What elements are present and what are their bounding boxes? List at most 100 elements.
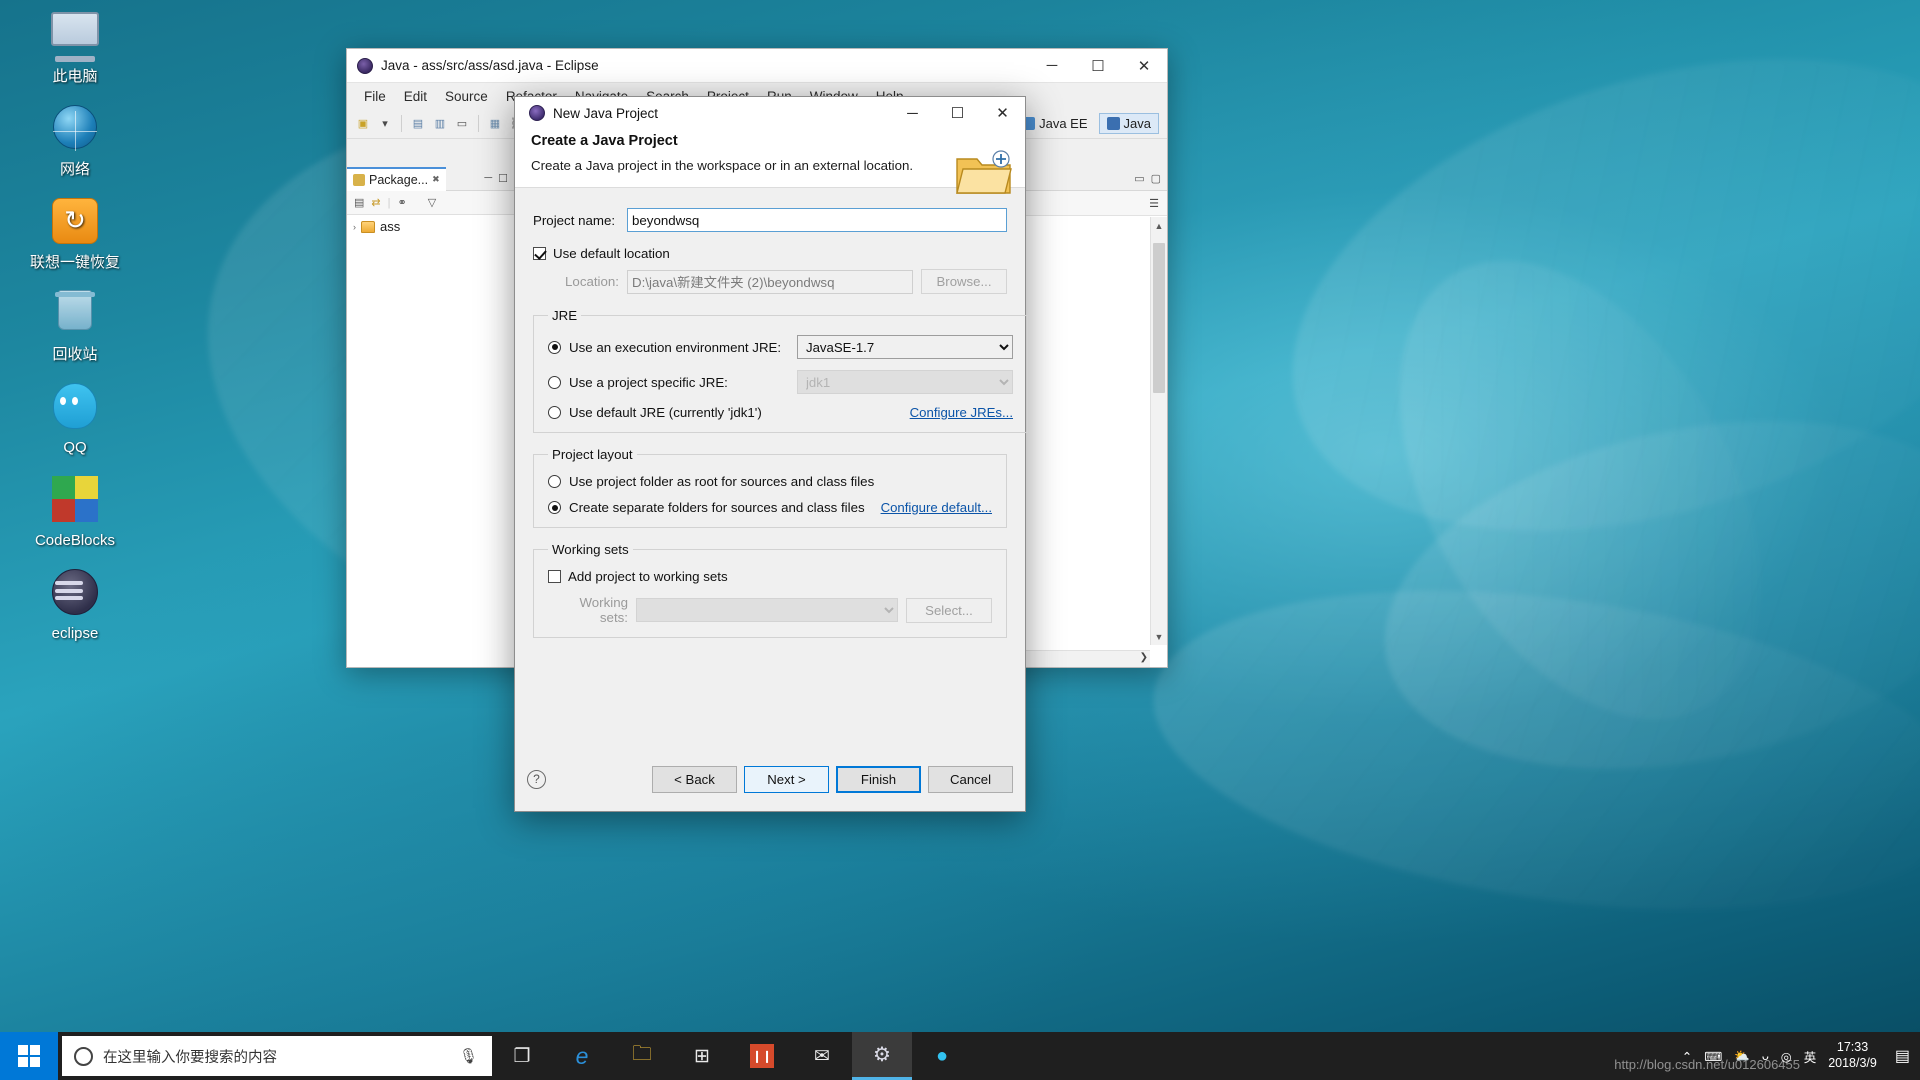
desktop-icon-codeblocks[interactable]: CodeBlocks — [0, 475, 150, 551]
maximize-button[interactable]: ☐ — [1075, 49, 1121, 82]
menu-item-file[interactable]: File — [355, 86, 395, 107]
close-icon[interactable]: ✖ — [432, 174, 440, 185]
minimize-button[interactable]: ─ — [890, 98, 935, 129]
layout-project-folder-row[interactable]: Use project folder as root for sources a… — [548, 474, 992, 489]
package-explorer-view[interactable]: Package... ✖ ─ ☐ ▤ ⇄ | ⚭ ▽ › ass — [347, 166, 515, 667]
taskbar[interactable]: 在这里输入你要搜索的内容 🎙 ❐ e 🗀 ⊞ ❙❙ ✉ ⚙ ● ⌃ ⌨ ⛅ ᴗ … — [0, 1032, 1920, 1080]
layout-separate-folders-row[interactable]: Create separate folders for sources and … — [548, 500, 992, 515]
taskbar-app-qq[interactable]: ● — [912, 1032, 972, 1080]
desktop-icon-this-pc[interactable]: 此电脑 — [0, 12, 150, 87]
start-button[interactable] — [0, 1032, 58, 1080]
scroll-right-arrow[interactable]: ❯ — [1140, 652, 1148, 663]
minimize-icon[interactable]: ▭ — [1134, 172, 1144, 185]
execution-environment-select[interactable]: JavaSE-1.7 — [797, 335, 1013, 359]
qq-icon: ● — [935, 1044, 949, 1067]
welcome-window-controls[interactable]: ▭ ▢ — [1134, 172, 1167, 185]
use-default-location-checkbox[interactable] — [533, 247, 546, 260]
chevron-right-icon[interactable]: › — [353, 222, 356, 232]
package-explorer-tabbar[interactable]: Package... ✖ ─ ☐ — [347, 166, 514, 191]
finish-button[interactable]: Finish — [836, 765, 921, 793]
dialog-header: Create a Java Project Create a Java proj… — [515, 129, 1025, 194]
search-placeholder-text: 在这里输入你要搜索的内容 — [103, 1049, 277, 1066]
view-window-controls[interactable]: ─ ☐ — [484, 172, 514, 185]
taskbar-app-file-explorer[interactable]: 🗀 — [612, 1032, 672, 1080]
menu-item-source[interactable]: Source — [436, 86, 497, 107]
taskbar-search[interactable]: 在这里输入你要搜索的内容 🎙 — [62, 1036, 492, 1076]
add-to-working-sets-row[interactable]: Add project to working sets — [548, 569, 992, 584]
maximize-icon[interactable]: ▢ — [1151, 172, 1161, 185]
project-folder-icon — [361, 220, 375, 233]
eclipse-titlebar[interactable]: Java - ass/src/ass/asd.java - Eclipse ─ … — [347, 49, 1167, 83]
layout-project-folder-radio[interactable] — [548, 475, 561, 488]
vertical-scrollbar[interactable]: ▲ ▼ — [1150, 217, 1167, 645]
save-all-icon[interactable]: ▥ — [430, 114, 450, 134]
jre-project-specific-radio[interactable] — [548, 375, 561, 389]
save-icon[interactable]: ▤ — [408, 114, 428, 134]
microphone-icon[interactable]: 🎙 — [459, 1047, 478, 1065]
jre-default-row[interactable]: Use default JRE (currently 'jdk1') Confi… — [548, 405, 1013, 420]
add-to-working-sets-checkbox[interactable] — [548, 570, 561, 583]
scroll-up-arrow[interactable]: ▲ — [1151, 217, 1167, 234]
desktop-icon-label: 网络 — [59, 160, 90, 178]
tree-item-ass[interactable]: › ass — [347, 215, 514, 238]
configure-default-link[interactable]: Configure default... — [881, 500, 992, 515]
taskbar-app-pycharm[interactable]: ❙❙ — [732, 1032, 792, 1080]
link-with-editor-icon[interactable]: ⇄ — [371, 196, 380, 209]
perspective-java-ee[interactable]: Java EE — [1014, 113, 1095, 134]
print-icon[interactable]: ▭ — [452, 114, 472, 134]
taskbar-app-store[interactable]: ⊞ — [672, 1032, 732, 1080]
pycharm-icon: ❙❙ — [750, 1044, 774, 1068]
jre-project-specific-row[interactable]: Use a project specific JRE: jdk1 — [548, 370, 1013, 394]
taskbar-clock[interactable]: 17:33 2018/3/9 — [1828, 1040, 1883, 1071]
collapse-all-icon[interactable]: ▤ — [354, 196, 364, 209]
jre-execution-env-row[interactable]: Use an execution environment JRE: JavaSE… — [548, 335, 1013, 359]
next-button[interactable]: Next > — [744, 765, 829, 793]
view-separator: | — [387, 196, 391, 209]
task-view-icon: ❐ — [513, 1045, 531, 1067]
jre-execution-env-radio[interactable] — [548, 340, 561, 354]
use-default-location-row[interactable]: Use default location — [533, 246, 1007, 261]
desktop-icon-eclipse[interactable]: eclipse — [0, 568, 150, 644]
maximize-icon[interactable]: ☐ — [498, 172, 508, 185]
desktop-icon-network[interactable]: 网络 — [0, 104, 150, 180]
new-icon[interactable]: ▣ — [353, 114, 373, 134]
project-name-input[interactable] — [627, 208, 1007, 232]
configure-jres-link[interactable]: Configure JREs... — [910, 405, 1013, 420]
back-button[interactable]: < Back — [652, 765, 737, 793]
menu-icon[interactable]: ☰ — [1149, 197, 1159, 210]
taskbar-app-edge[interactable]: e — [552, 1032, 612, 1080]
taskbar-app-mail[interactable]: ✉ — [792, 1032, 852, 1080]
chevron-down-icon[interactable]: ▾ — [375, 114, 395, 134]
view-menu-icon[interactable]: ▽ — [428, 196, 436, 209]
package-explorer-toolbar[interactable]: ▤ ⇄ | ⚭ ▽ — [347, 191, 514, 215]
scroll-down-arrow[interactable]: ▼ — [1151, 628, 1167, 645]
project-name-row: Project name: — [533, 208, 1007, 232]
dialog-button-bar: ? < Back Next > Finish Cancel — [515, 747, 1025, 811]
new-java-project-dialog[interactable]: New Java Project ─ ☐ ✕ Create a Java Pro… — [514, 96, 1028, 812]
dialog-titlebar[interactable]: New Java Project ─ ☐ ✕ — [515, 97, 1025, 129]
perspective-java[interactable]: Java — [1098, 112, 1159, 134]
action-center-icon[interactable]: ▤ — [1895, 1046, 1910, 1066]
task-view-button[interactable]: ❐ — [492, 1032, 552, 1080]
cancel-button[interactable]: Cancel — [928, 765, 1013, 793]
maximize-button[interactable]: ☐ — [935, 98, 980, 129]
tab-package-explorer[interactable]: Package... ✖ — [347, 166, 446, 191]
build-icon[interactable]: ▦ — [485, 114, 505, 134]
jre-default-radio[interactable] — [548, 406, 561, 419]
taskbar-app-eclipse[interactable]: ⚙ — [852, 1032, 912, 1080]
menu-item-edit[interactable]: Edit — [395, 86, 436, 107]
close-button[interactable]: ✕ — [1121, 49, 1167, 82]
help-icon[interactable]: ? — [527, 769, 546, 789]
desktop-icon-qq[interactable]: QQ — [0, 383, 150, 458]
minimize-button[interactable]: ─ — [1029, 49, 1075, 82]
desktop-icon-recycle-bin[interactable]: 回收站 — [0, 290, 150, 365]
jre-group: JRE Use an execution environment JRE: Ja… — [533, 308, 1028, 433]
focus-icon[interactable]: ⚭ — [397, 196, 406, 209]
scrollbar-thumb[interactable] — [1153, 243, 1165, 393]
tab-label: Package... — [369, 172, 429, 187]
ime-language-indicator[interactable]: 英 — [1804, 1047, 1817, 1066]
close-button[interactable]: ✕ — [980, 98, 1025, 129]
desktop-icon-lenovo-recovery[interactable]: 联想一键恢复 — [0, 197, 150, 273]
layout-separate-folders-radio[interactable] — [548, 501, 561, 514]
minimize-icon[interactable]: ─ — [484, 172, 492, 185]
